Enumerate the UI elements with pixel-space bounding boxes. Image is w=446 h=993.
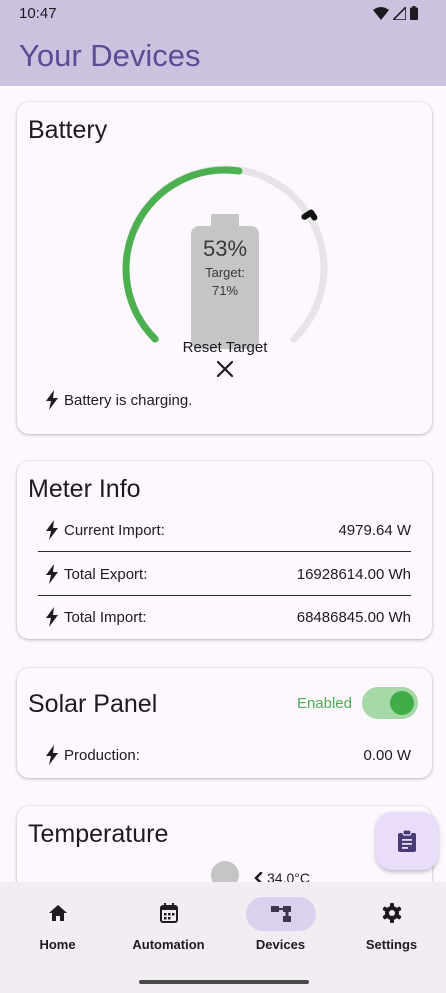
nav-settings[interactable]: Settings	[336, 882, 446, 972]
gesture-bar	[139, 980, 309, 984]
wifi-icon	[373, 6, 389, 20]
signal-icon	[393, 6, 406, 20]
nav-automation-label: Automation	[132, 937, 205, 952]
divider	[38, 551, 411, 552]
battery-status-text: Battery is charging.	[64, 392, 193, 409]
current-import-value: 4979.64 W	[338, 522, 411, 539]
solar-enabled-toggle[interactable]	[362, 687, 418, 719]
total-export-value: 16928614.00 Wh	[296, 566, 411, 583]
total-import-value: 68486845.00 Wh	[296, 609, 411, 626]
bolt-icon	[46, 520, 58, 540]
temperature-gauge-thumb	[211, 861, 239, 882]
reset-target-label: Reset Target	[182, 339, 268, 356]
nav-devices[interactable]: Devices	[225, 882, 336, 972]
meter-card-title: Meter Info	[28, 475, 141, 503]
solar-card: Solar Panel Enabled Production: 0.00 W	[17, 668, 432, 778]
status-bar: 10:47	[0, 0, 446, 26]
page-title: Your Devices	[19, 38, 201, 73]
battery-level-text: 53%	[202, 236, 248, 261]
target-marker-handle	[301, 209, 318, 221]
solar-card-title: Solar Panel	[28, 690, 158, 718]
bolt-icon	[46, 564, 58, 584]
current-import-label: Current Import:	[64, 522, 165, 539]
temperature-card: Temperature 34.0°C	[17, 806, 432, 882]
target-value: 71%	[211, 283, 239, 298]
devices-icon	[270, 906, 291, 922]
target-label: Target:	[205, 265, 245, 280]
divider	[38, 595, 411, 596]
home-icon	[48, 905, 67, 921]
nav-home[interactable]: Home	[2, 882, 113, 972]
battery-card-title: Battery	[28, 116, 108, 144]
bolt-icon	[46, 607, 58, 627]
temperature-card-title: Temperature	[28, 820, 169, 848]
nav-home-label: Home	[39, 937, 76, 952]
device-list[interactable]: Battery 53% Target: 71% Reset Target Bat…	[0, 86, 446, 882]
bottom-navigation: Home Automation Devices Settings	[0, 882, 446, 993]
bolt-icon	[46, 745, 58, 765]
nav-devices-label: Devices	[255, 937, 306, 952]
bolt-icon	[46, 390, 58, 410]
temperature-value: 34.0°C	[267, 870, 310, 882]
toggle-thumb	[390, 691, 414, 715]
clipboard-icon	[398, 830, 416, 852]
total-import-label: Total Import:	[64, 609, 147, 626]
reset-target-close-icon[interactable]	[217, 361, 233, 377]
battery-icon-body	[191, 214, 259, 349]
meter-card: Meter Info Current Import: 4979.64 W Tot…	[17, 461, 432, 639]
nav-settings-label: Settings	[365, 937, 418, 952]
clipboard-fab-button[interactable]	[376, 812, 438, 870]
calendar-icon	[159, 903, 178, 923]
battery-card: Battery 53% Target: 71% Reset Target Bat…	[17, 102, 432, 434]
production-value: 0.00 W	[363, 747, 411, 764]
status-time: 10:47	[19, 5, 57, 22]
temperature-marker-icon	[254, 872, 263, 882]
gear-icon	[382, 903, 401, 923]
status-icons	[373, 6, 418, 20]
app-bar: Your Devices	[0, 26, 446, 86]
solar-enabled-label: Enabled	[296, 695, 352, 712]
total-export-label: Total Export:	[64, 566, 148, 583]
production-label: Production:	[64, 747, 140, 764]
nav-automation[interactable]: Automation	[113, 882, 224, 972]
battery-icon	[410, 6, 418, 20]
